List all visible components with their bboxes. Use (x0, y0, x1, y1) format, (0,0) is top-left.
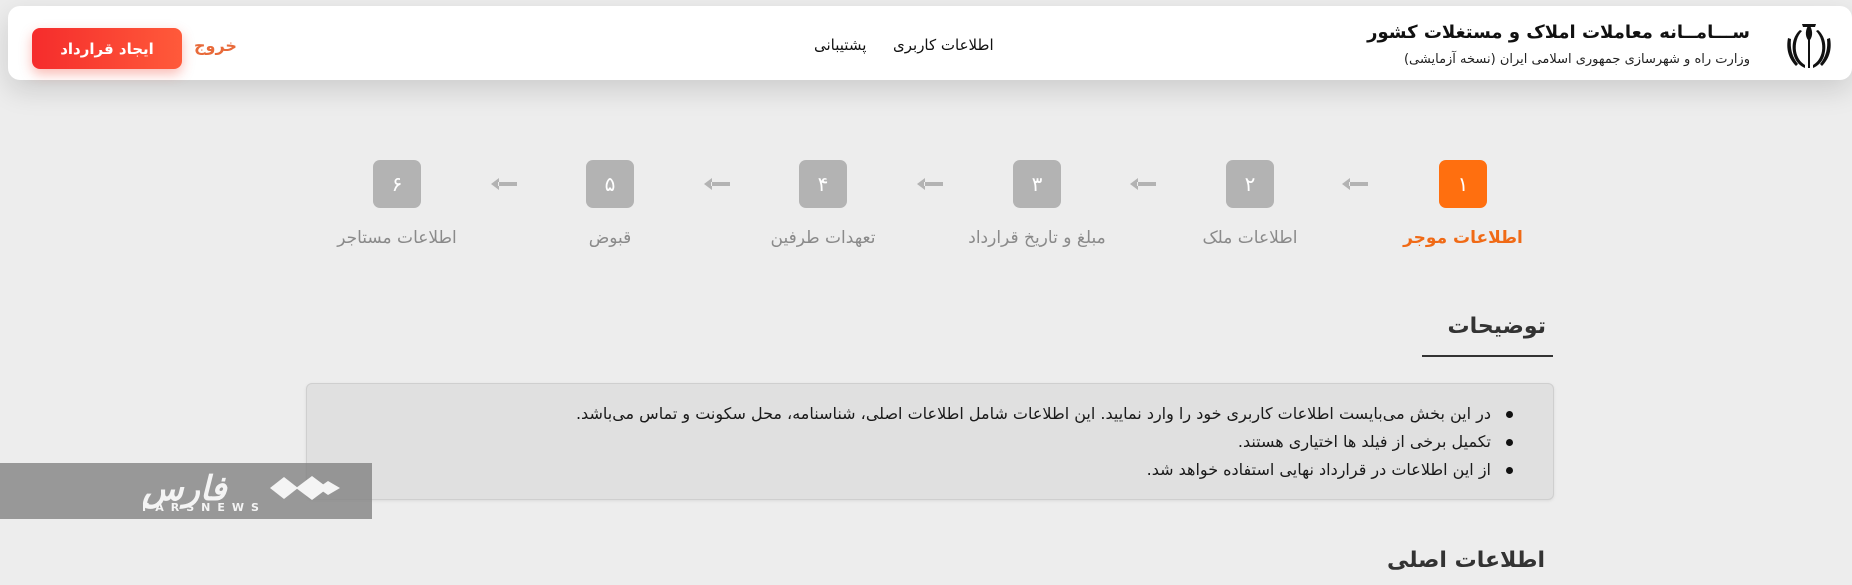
step-bills[interactable]: ۵ قبوض (520, 160, 700, 248)
arrow-left-icon (917, 178, 943, 190)
step-obligations[interactable]: ۴ تعهدات طرفین (733, 160, 913, 248)
farsnews-logo-icon (270, 476, 340, 500)
step-number: ۳ (1013, 160, 1061, 208)
watermark-sub: FARSNEWS (142, 501, 266, 514)
step-label: اطلاعات ملک (1202, 228, 1298, 248)
main-info-heading: اطلاعات اصلی (1386, 548, 1545, 573)
step-label: قبوض (588, 228, 632, 248)
farsnews-watermark: فارس FARSNEWS (0, 463, 372, 519)
description-list: در این بخش می‌بایست اطلاعات کاربری خود ر… (307, 384, 1553, 484)
step-amount-date[interactable]: ۳ مبلغ و تاریخ قرارداد (947, 160, 1127, 248)
list-item: از این اطلاعات در قرارداد نهایی استفاده … (327, 456, 1513, 484)
create-contract-button[interactable]: ایجاد قرارداد (32, 28, 182, 69)
brand-title: ســـامــانه معاملات املاک و مستغلات کشور (1367, 22, 1750, 43)
step-property-info[interactable]: ۲ اطلاعات ملک (1160, 160, 1340, 248)
arrow-left-icon (704, 178, 730, 190)
header-bar: ســـامــانه معاملات املاک و مستغلات کشور… (8, 6, 1852, 80)
arrow-left-icon (1130, 178, 1156, 190)
heading-underline (1422, 355, 1553, 357)
step-number: ۵ (586, 160, 634, 208)
arrow-left-icon (1342, 178, 1368, 190)
step-label: مبلغ و تاریخ قرارداد (968, 228, 1106, 248)
step-label: اطلاعات مستاجر (337, 228, 457, 248)
step-label: اطلاعات موجر (1403, 228, 1523, 248)
iran-emblem-icon (1787, 24, 1831, 68)
step-number: ۶ (373, 160, 421, 208)
nav-user-info-link[interactable]: اطلاعات کاربری (893, 36, 994, 54)
step-label: تعهدات طرفین (770, 228, 876, 248)
step-number: ۱ (1439, 160, 1487, 208)
brand-subtitle: وزارت راه و شهرسازی جمهوری اسلامی ایران … (1403, 52, 1750, 67)
nav-support-link[interactable]: پشتیبانی (814, 36, 866, 54)
description-heading: توضیحات (1447, 314, 1546, 339)
step-number: ۴ (799, 160, 847, 208)
step-tenant-info[interactable]: ۶ اطلاعات مستاجر (307, 160, 487, 248)
list-item: در این بخش می‌بایست اطلاعات کاربری خود ر… (327, 400, 1513, 428)
arrow-left-icon (491, 178, 517, 190)
list-item: تکمیل برخی از فیلد ها اختیاری هستند. (327, 428, 1513, 456)
step-lessor-info[interactable]: ۱ اطلاعات موجر (1373, 160, 1553, 248)
page: ســـامــانه معاملات املاک و مستغلات کشور… (0, 0, 1852, 585)
step-number: ۲ (1226, 160, 1274, 208)
logout-link[interactable]: خروج (194, 36, 237, 55)
description-box: در این بخش می‌بایست اطلاعات کاربری خود ر… (306, 383, 1554, 500)
